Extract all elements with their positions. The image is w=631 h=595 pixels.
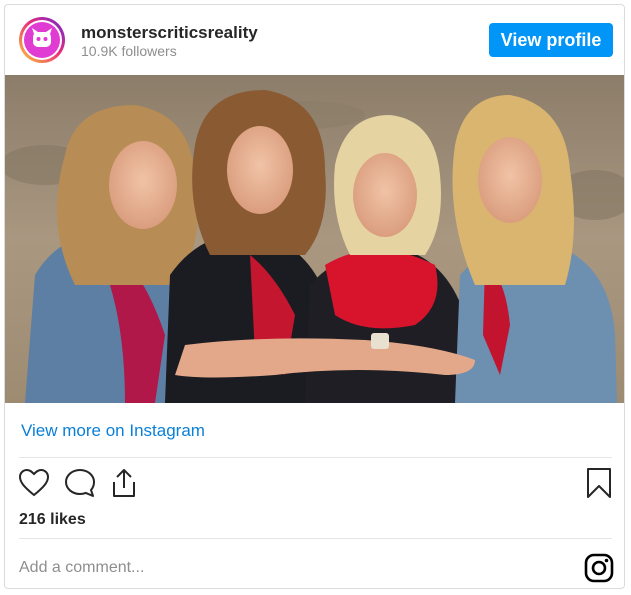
comment-icon[interactable]: [64, 468, 96, 503]
divider: [19, 538, 612, 539]
post-photo[interactable]: [5, 75, 624, 403]
bookmark-icon[interactable]: [585, 467, 613, 504]
heart-icon[interactable]: [18, 468, 50, 502]
post-header: monsterscriticsreality 10.9K followers V…: [5, 5, 624, 75]
avatar-image: [22, 20, 62, 60]
monster-avatar-icon: [24, 22, 60, 58]
instagram-icon[interactable]: [584, 553, 614, 588]
like-count: 216 likes: [19, 511, 86, 528]
follower-count: 10.9K followers: [81, 43, 177, 59]
share-icon[interactable]: [109, 467, 139, 504]
comment-input[interactable]: [17, 554, 561, 582]
username[interactable]: monsterscriticsreality: [81, 23, 258, 43]
view-profile-button[interactable]: View profile: [489, 23, 613, 57]
instagram-embed-card: monsterscriticsreality 10.9K followers V…: [4, 4, 625, 589]
view-more-on-instagram-link[interactable]: View more on Instagram: [21, 421, 205, 441]
divider: [19, 457, 612, 458]
avatar[interactable]: [19, 17, 65, 63]
